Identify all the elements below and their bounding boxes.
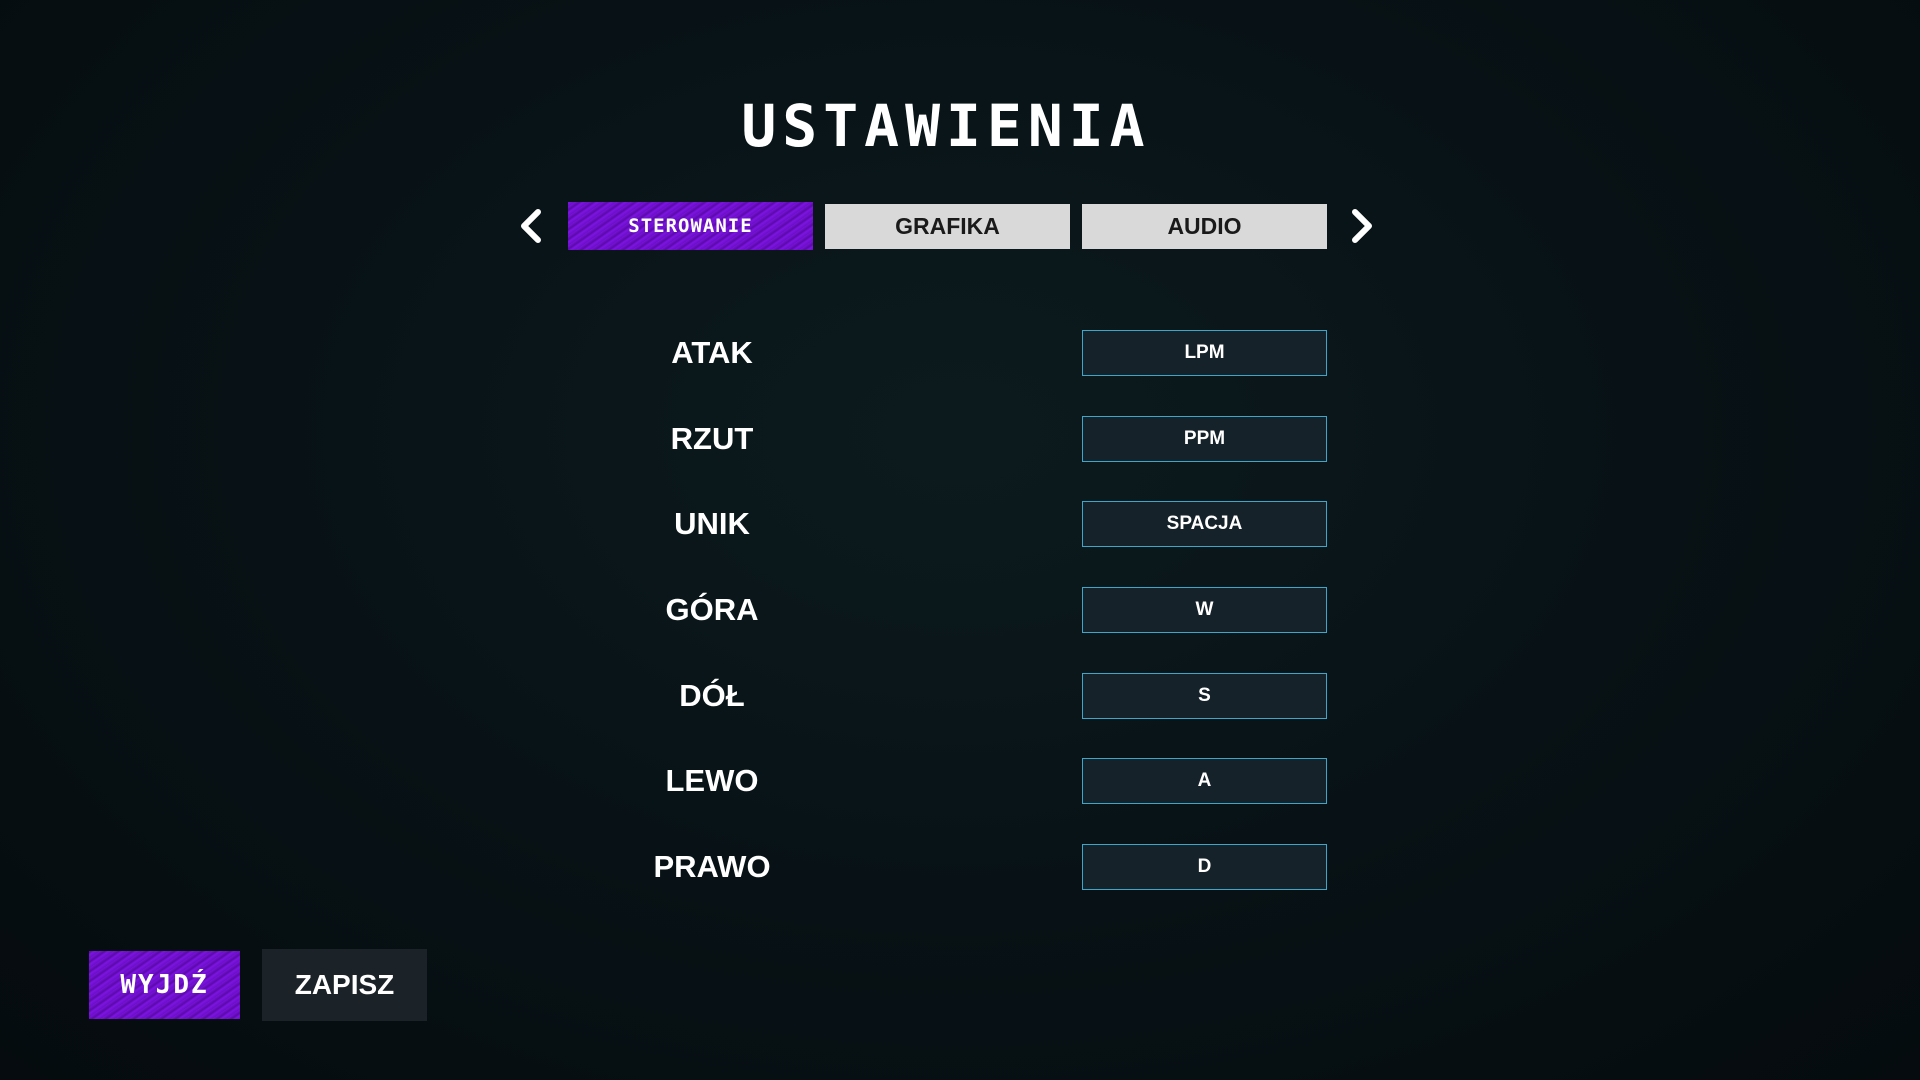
- action-label: ATAK: [671, 335, 753, 370]
- key-button[interactable]: SPACJA: [1082, 501, 1327, 547]
- key-button[interactable]: D: [1082, 844, 1327, 890]
- binding-row-dol: DÓŁ S: [0, 673, 1920, 719]
- key-button[interactable]: LPM: [1082, 330, 1327, 376]
- next-tab-button[interactable]: [1341, 206, 1381, 246]
- action-label: LEWO: [665, 763, 759, 798]
- action-label: GÓRA: [665, 592, 759, 627]
- action-label: PRAWO: [653, 849, 771, 884]
- binding-row-lewo: LEWO A: [0, 758, 1920, 804]
- binding-row-unik: UNIK SPACJA: [0, 501, 1920, 547]
- key-button[interactable]: S: [1082, 673, 1327, 719]
- binding-row-gora: GÓRA W: [0, 587, 1920, 633]
- tab-grafika[interactable]: GRAFIKA: [825, 204, 1070, 249]
- chevron-left-icon: [521, 209, 541, 243]
- action-label: UNIK: [674, 506, 750, 541]
- page-title: USTAWIENIA: [741, 92, 1151, 160]
- action-label: DÓŁ: [679, 678, 745, 713]
- key-button[interactable]: A: [1082, 758, 1327, 804]
- exit-button[interactable]: WYJDŹ: [89, 951, 240, 1019]
- tab-sterowanie[interactable]: STEROWANIE: [568, 202, 813, 250]
- binding-row-rzut: RZUT PPM: [0, 416, 1920, 462]
- prev-tab-button[interactable]: [512, 206, 552, 246]
- save-button[interactable]: ZAPISZ: [262, 949, 427, 1021]
- chevron-right-icon: [1352, 209, 1372, 243]
- binding-row-prawo: PRAWO D: [0, 844, 1920, 890]
- tab-audio[interactable]: AUDIO: [1082, 204, 1327, 249]
- key-button[interactable]: W: [1082, 587, 1327, 633]
- settings-tabs: STEROWANIE GRAFIKA AUDIO: [0, 202, 1920, 250]
- binding-row-atak: ATAK LPM: [0, 330, 1920, 376]
- action-label: RZUT: [670, 421, 754, 456]
- key-button[interactable]: PPM: [1082, 416, 1327, 462]
